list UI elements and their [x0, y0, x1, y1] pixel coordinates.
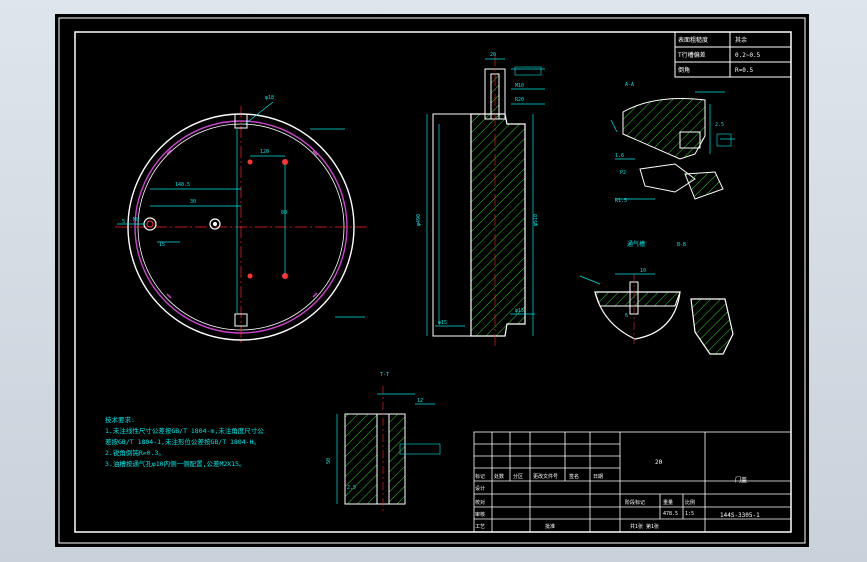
label-b-b: B-B [677, 242, 686, 248]
drawing-svg: 120 30 140.5 M8 φ18 15 5 80 φ490 φ510 φ1… [58, 17, 806, 544]
title-row-label-3: 分区 [513, 473, 523, 480]
screen-frame: 120 30 140.5 M8 φ18 15 5 80 φ490 φ510 φ1… [0, 0, 867, 562]
notes-line-3: 2.锐角倒钝R=0.3。 [105, 448, 165, 457]
dim-a-1-6: 1.6 [615, 153, 624, 159]
dim-t-12: 12 [417, 398, 423, 404]
dim-phi15-b: φ15 [515, 308, 524, 314]
detail-a-a: A-A 2.5 1.6 P2 R1.5 [610, 82, 735, 204]
title-scale-label: 比例 [685, 499, 695, 506]
dim-vent-6: 6 [625, 313, 628, 319]
title-approve: 批准 [545, 523, 555, 530]
notes-line-4: 3.油槽按通气孔φ10内侧一侧配置,公差M2X15。 [105, 459, 246, 468]
vent-groove-view: 通气槽 B-B 10 6 [579, 240, 734, 355]
title-check: 校对 [475, 499, 485, 506]
title-row-label-5: 签名 [569, 473, 579, 480]
dim-m8: M8 [133, 217, 139, 223]
notes-title: 技术要求: [105, 415, 135, 424]
title-stage-mark: 阶段标记 [625, 499, 645, 506]
front-view: 120 30 140.5 M8 φ18 15 5 80 [115, 95, 367, 346]
dim-120: 120 [260, 149, 269, 155]
dim-vent-10: 10 [640, 268, 646, 274]
title-row-label-2: 处数 [494, 473, 504, 480]
title-row-label-4: 更改文件号 [533, 473, 558, 480]
dim-phi15: φ15 [438, 320, 447, 326]
title-design: 设计 [475, 485, 485, 492]
dim-80: 80 [281, 210, 287, 216]
title-scale: 1:5 [685, 511, 694, 517]
dim-m10: M10 [515, 83, 524, 89]
spec-row-3-value: R=0.5 [735, 67, 753, 74]
notes-line-2: 差按GB/T 1804-1,未注形位公差按GB/T 1804-H。 [105, 437, 260, 446]
dim-a-p2: P2 [620, 170, 626, 176]
dim-phi18: φ18 [265, 95, 274, 101]
title-process: 工艺 [475, 524, 485, 530]
title-row-label-1: 标记 [475, 473, 485, 480]
cad-drawing-canvas: 120 30 140.5 M8 φ18 15 5 80 φ490 φ510 φ1… [55, 14, 809, 547]
spec-row-2-label: T行槽偏差 [678, 51, 706, 59]
spec-row-3-label: 倒角 [678, 66, 690, 74]
dim-5: 5 [122, 219, 125, 225]
side-section-view: φ490 φ510 φ15 20 R20 M10 φ15 [416, 52, 545, 349]
dim-140-5: 140.5 [175, 182, 190, 188]
title-row-label-6: 日期 [593, 474, 603, 480]
spec-row-1-value: 其余 [735, 36, 747, 44]
title-part-name: 门盖 [735, 476, 747, 484]
dim-15: 15 [159, 242, 165, 248]
title-weight-value: 478.5 [663, 511, 678, 517]
label-a-a: A-A [625, 82, 634, 88]
dim-phi490: φ490 [416, 214, 422, 226]
technical-notes: 技术要求: 1.未注线性尺寸公差按GB/T 1804-m,未注角度尺寸公 差按G… [105, 415, 264, 468]
title-drawing-no: 144S-3305-1 [720, 512, 760, 519]
title-weight: 20 [655, 459, 663, 466]
dim-t-2-5: 2.5 [347, 485, 356, 491]
detail-t-t: T-T 50 12 2.5 [326, 372, 441, 514]
notes-line-1: 1.未注线性尺寸公差按GB/T 1804-m,未注角度尺寸公 [105, 426, 264, 435]
dim-30: 30 [190, 199, 196, 205]
label-vent-groove: 通气槽 [627, 240, 645, 248]
dim-a-2-5: 2.5 [715, 122, 724, 128]
label-t-t: T-T [380, 372, 389, 378]
dim-20: 20 [490, 52, 496, 58]
spec-table: 表面粗糙度 其余 T行槽偏差 0.2~0.5 倒角 R=0.5 [674, 31, 792, 78]
spec-row-1-label: 表面粗糙度 [678, 36, 708, 44]
dim-phi510: φ510 [533, 214, 539, 226]
title-sheets: 共1张 第1张 [630, 523, 659, 530]
dim-r20: R20 [515, 97, 524, 103]
spec-row-2-value: 0.2~0.5 [735, 52, 761, 59]
dim-t-50: 50 [326, 458, 332, 464]
title-weight-label: 重量 [663, 499, 673, 506]
title-review: 审核 [475, 511, 485, 518]
dim-a-r1-5: R1.5 [615, 198, 627, 204]
